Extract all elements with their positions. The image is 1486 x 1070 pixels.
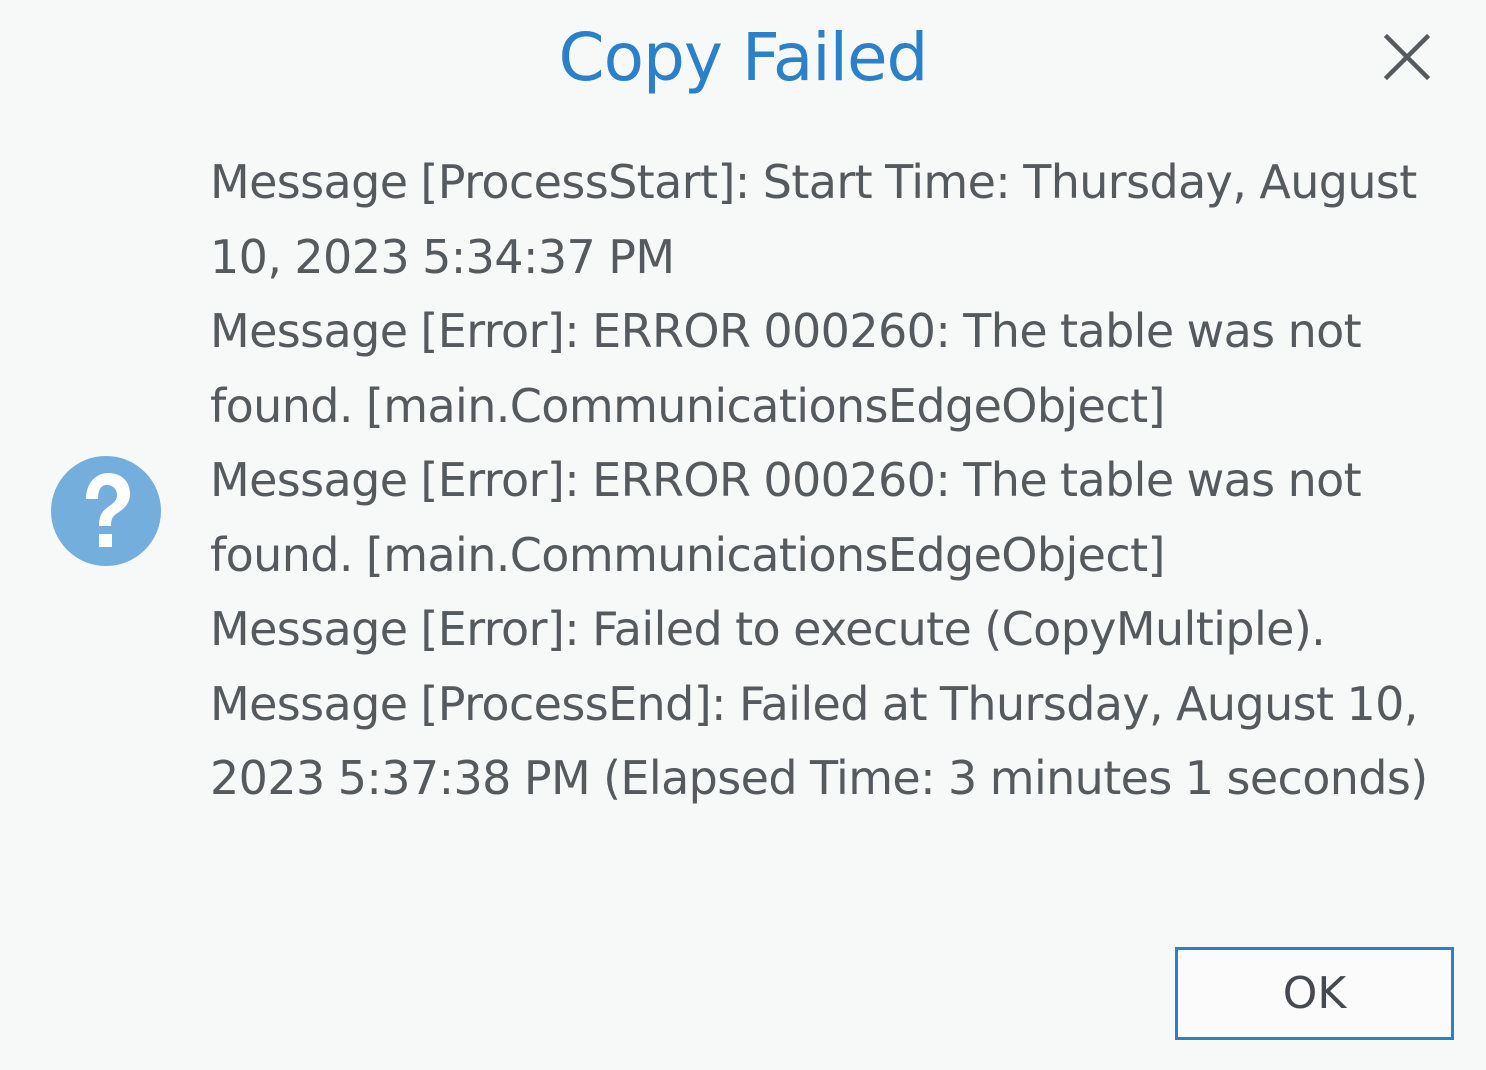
- message-process-start: Message [ProcessStart]: Start Time: Thur…: [210, 155, 1417, 284]
- question-icon: [50, 455, 162, 567]
- message-error: Message [Error]: ERROR 000260: The table…: [210, 453, 1362, 582]
- message-process-end: Message [ProcessEnd]: Failed at Thursday…: [210, 676, 1428, 806]
- message-error: Message [Error]: ERROR 000260: The table…: [210, 304, 1362, 433]
- close-button[interactable]: [1376, 26, 1438, 88]
- message-error-failed-execute: Message [Error]: Failed to execute (Copy…: [210, 602, 1326, 656]
- message-list: Message [ProcessStart]: Start Time: Thur…: [210, 145, 1470, 816]
- copy-failed-dialog: Copy Failed Message [ProcessStart]: Star…: [0, 0, 1486, 1070]
- dialog-title: Copy Failed: [558, 19, 929, 96]
- close-icon: [1383, 33, 1431, 81]
- ok-button[interactable]: OK: [1175, 947, 1454, 1040]
